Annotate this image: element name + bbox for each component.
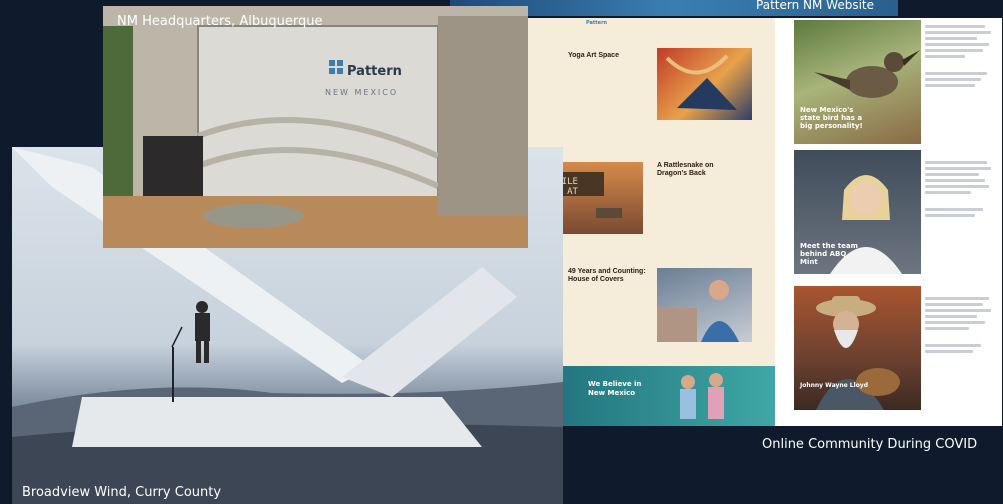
community-caption: Online Community During COVID (762, 437, 978, 452)
post-overlay-text: Meet the team behind ABQ Mint (800, 242, 858, 266)
feed-text-column (925, 22, 997, 90)
website-panel: Pattern Yoga Art Space FRAGILE STAY AT A… (528, 18, 775, 426)
post-overlay-text: New Mexico's state bird has a big person… (800, 106, 863, 130)
hq-caption: NM Headquarters, Albuquerque (117, 14, 323, 29)
yoga-article-image (657, 48, 752, 120)
feed-text-column (925, 294, 997, 356)
headquarters-photo: Pattern NEW MEXICO NM Headquarters, Albu… (103, 6, 528, 248)
office-icon (103, 6, 528, 248)
post-overlay-text: Johnny Wayne Lloyd (800, 382, 868, 389)
social-feed-panel: New Mexico's state bird has a big person… (775, 18, 1002, 426)
musician-post-image: Johnny Wayne Lloyd (794, 286, 921, 410)
roadrunner-post-image: New Mexico's state bird has a big person… (794, 20, 921, 144)
kids-icon (680, 373, 724, 419)
wind-caption: Broadview Wind, Curry County (22, 485, 222, 500)
feed-text-column (925, 158, 997, 220)
article-title: A Rattlesnake on Dragon's Back (657, 162, 714, 177)
guitarist-icon (816, 296, 900, 410)
man-icon (657, 280, 739, 342)
yoga-art-icon (665, 54, 737, 110)
site-brand: Pattern (586, 20, 608, 26)
article-title: 49 Years and Counting: House of Covers (568, 268, 646, 283)
hq-logo-sub: NEW MEXICO (325, 88, 399, 97)
team-post-image: Meet the team behind ABQ Mint (794, 150, 921, 274)
website-hero-banner: We Believe in New Mexico (528, 366, 775, 426)
article-title: Yoga Art Space (568, 52, 619, 59)
website-caption: Pattern NM Website (756, 0, 874, 12)
hq-logo-brand: Pattern (347, 64, 402, 79)
covers-article-image (657, 268, 752, 342)
